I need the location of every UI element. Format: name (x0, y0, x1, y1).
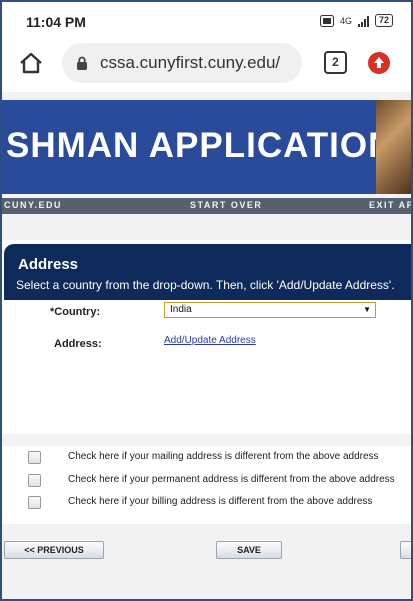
mailing-address-row: Check here if your mailing address is di… (2, 446, 411, 468)
address-header: Address Select a country from the drop-d… (4, 244, 411, 300)
nav-cuny-link[interactable]: CUNY.EDU (4, 200, 62, 210)
status-icons: 4G 72 (319, 14, 393, 27)
mailing-address-checkbox[interactable] (28, 451, 41, 464)
mailing-address-label: Check here if your mailing address is di… (68, 451, 379, 462)
lock-icon[interactable] (76, 56, 88, 70)
web-page: SHMAN APPLICATION CUNY.EDU START OVER EX… (2, 92, 411, 599)
chevron-down-icon: ▼ (363, 305, 371, 314)
home-icon[interactable] (18, 50, 44, 76)
previous-button[interactable]: << PREVIOUS (4, 541, 104, 559)
signal-icon (357, 15, 369, 27)
save-button[interactable]: SAVE (216, 541, 282, 559)
address-panel: Address Select a country from the drop-d… (2, 240, 411, 434)
tabs-icon[interactable]: 2 (324, 51, 347, 74)
network-type: 4G (339, 15, 352, 26)
volte-icon (319, 14, 334, 27)
permanent-address-label: Check here if your permanent address is … (68, 474, 395, 485)
banner-image (376, 100, 411, 194)
permanent-address-checkbox[interactable] (28, 474, 41, 487)
address-options: Check here if your mailing address is di… (2, 446, 411, 524)
country-select-value: India (170, 304, 192, 315)
billing-address-row: Check here if your billing address is di… (2, 491, 411, 513)
url-text[interactable]: cssa.cunyfirst.cuny.edu/ (100, 53, 280, 73)
battery-icon: 72 (374, 14, 393, 27)
status-time: 11:04 PM (26, 14, 86, 30)
nav-start-over[interactable]: START OVER (190, 200, 262, 210)
update-arrow-icon (374, 57, 384, 68)
browser-toolbar: cssa.cunyfirst.cuny.edu/ 2 (2, 40, 411, 92)
add-update-address-link[interactable]: Add/Update Address (164, 335, 256, 346)
next-button[interactable] (400, 541, 411, 559)
nav-exit[interactable]: EXIT AP (369, 200, 411, 210)
country-label: *Country: (50, 306, 101, 318)
address-bar[interactable]: cssa.cunyfirst.cuny.edu/ (62, 43, 302, 83)
billing-address-checkbox[interactable] (28, 496, 41, 509)
top-nav: CUNY.EDU START OVER EXIT AP (2, 198, 411, 214)
application-banner: SHMAN APPLICATION (2, 100, 411, 194)
banner-title: SHMAN APPLICATION (6, 126, 395, 165)
country-select[interactable]: India ▼ (164, 302, 376, 318)
address-label: Address: (54, 338, 102, 350)
address-instruction: Select a country from the drop-down. The… (16, 278, 395, 292)
billing-address-label: Check here if your billing address is di… (68, 496, 373, 507)
address-title: Address (18, 256, 79, 273)
permanent-address-row: Check here if your permanent address is … (2, 469, 411, 491)
update-icon[interactable] (368, 52, 390, 74)
status-bar: 11:04 PM 4G 72 (2, 2, 411, 40)
screen-frame: 11:04 PM 4G 72 cssa.cunyfirst.cuny.edu/ … (0, 0, 413, 601)
